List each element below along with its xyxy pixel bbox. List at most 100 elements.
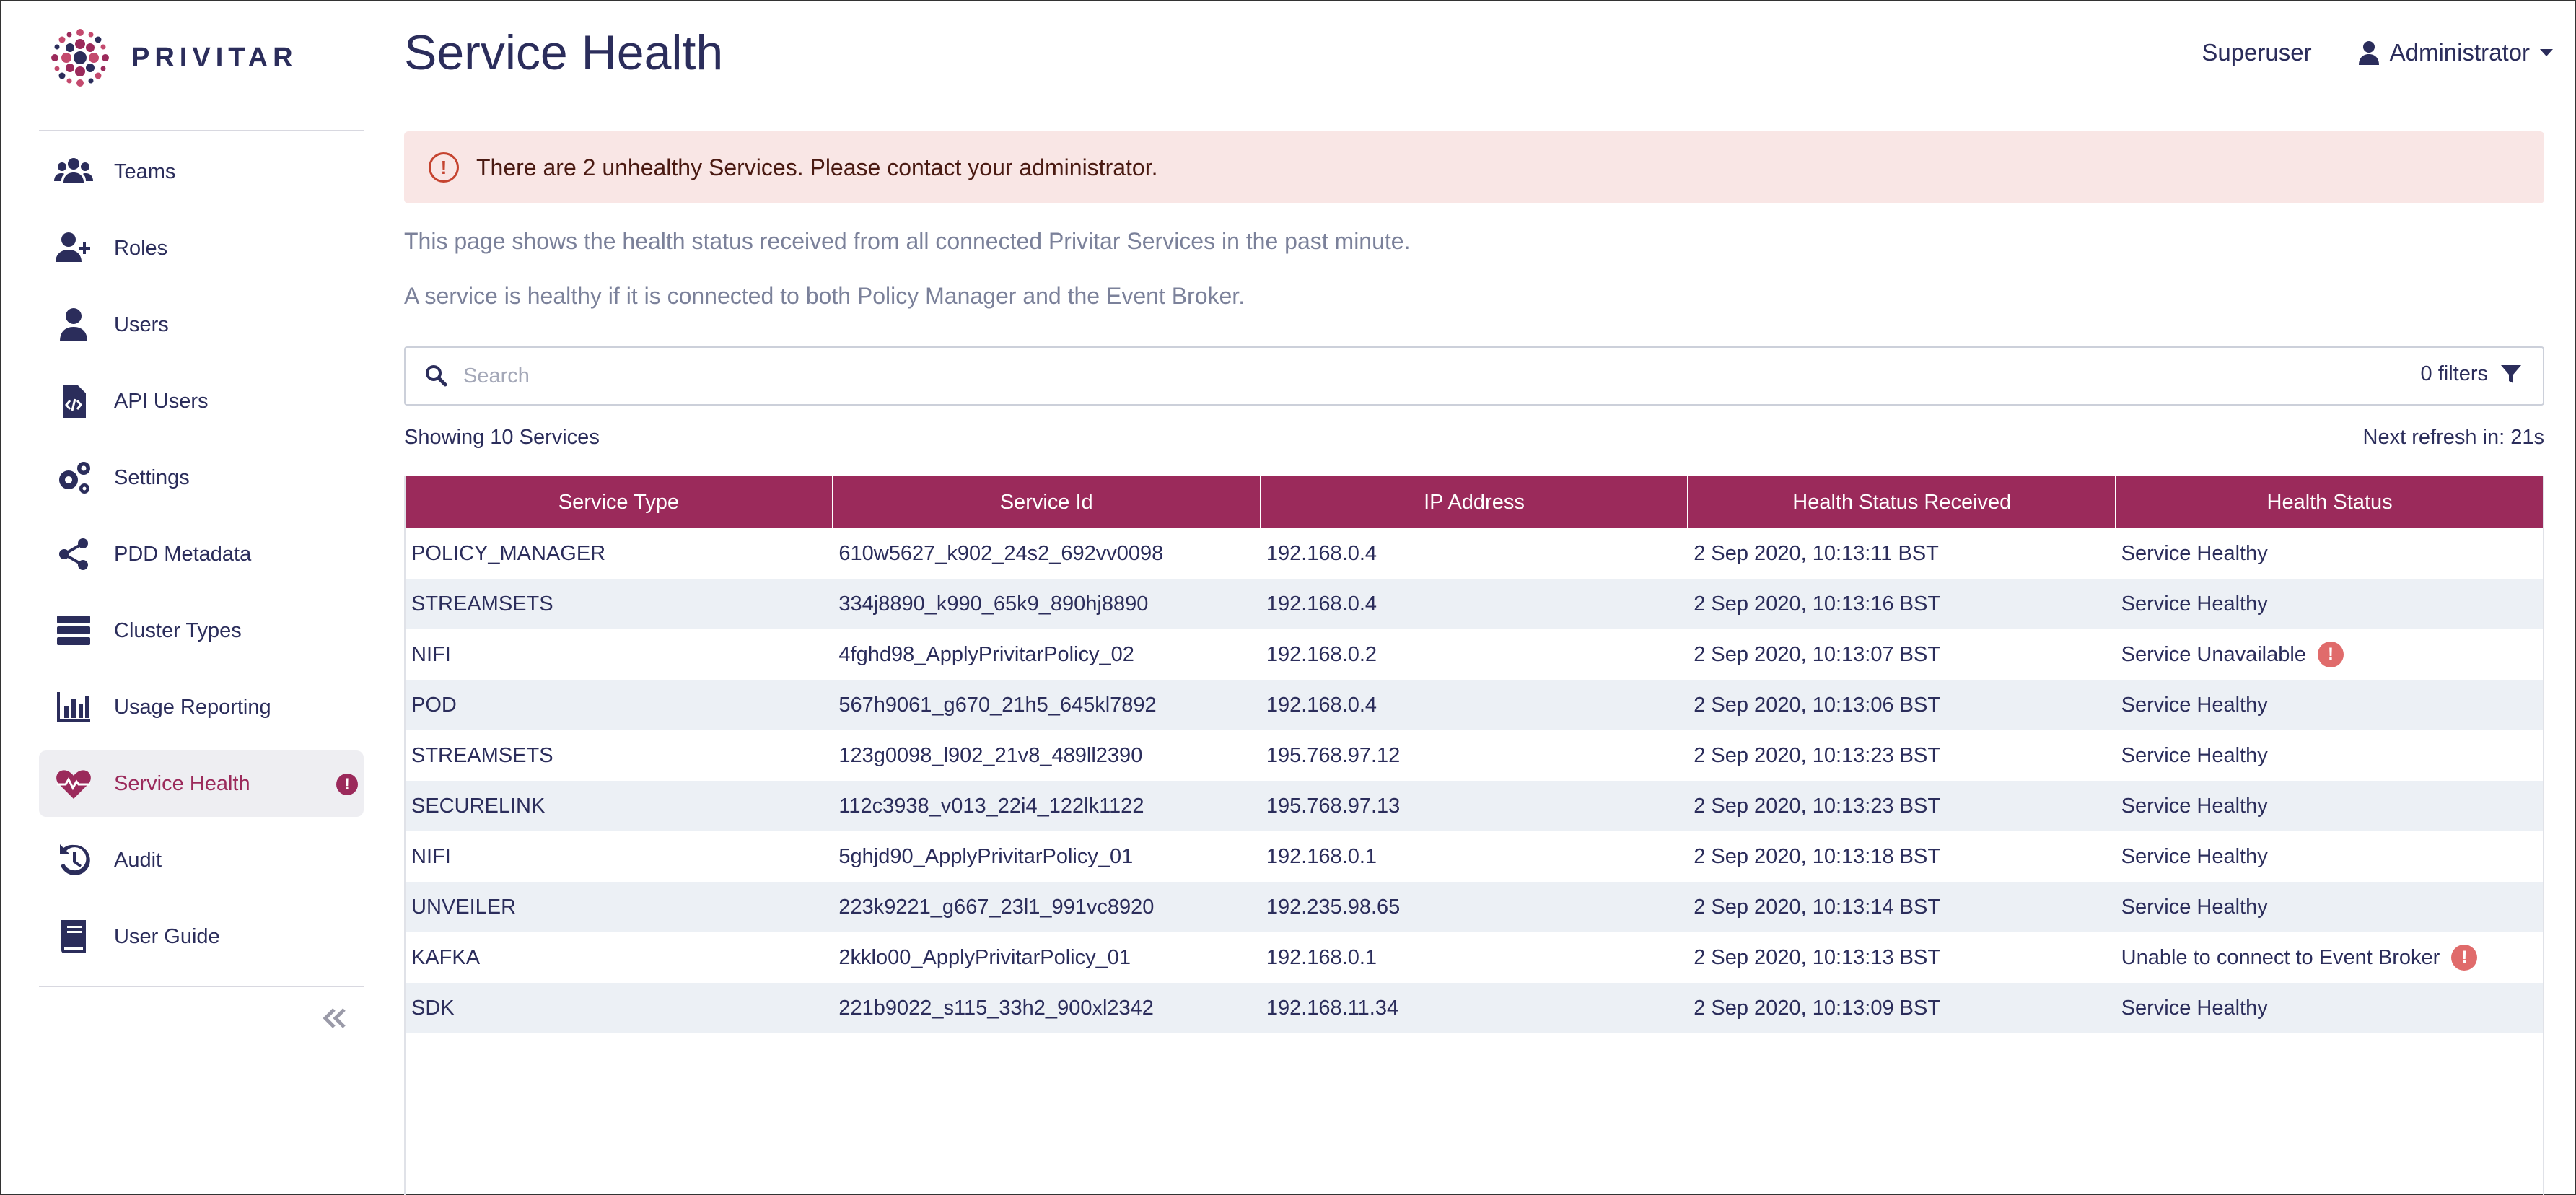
sidebar-item-label: API Users: [114, 389, 209, 413]
health-status-received-cell: 2 Sep 2020, 10:13:23 BST: [1688, 730, 2115, 781]
page-title: Service Health: [404, 25, 724, 80]
filters-label: 0 filters: [2420, 362, 2488, 385]
privitar-logo-icon: [51, 29, 109, 87]
alert-message: There are 2 unhealthy Services. Please c…: [476, 154, 1158, 180]
warning-icon[interactable]: !: [2317, 642, 2344, 667]
user-menu-label: Administrator: [2389, 39, 2530, 66]
sidebar: PRIVITAR Teams Roles Users API Users Set…: [0, 0, 382, 1195]
service-type-cell: SECURELINK: [406, 781, 833, 831]
ip-address-cell: 192.235.98.65: [1261, 882, 1688, 932]
health-status-received-cell: 2 Sep 2020, 10:13:09 BST: [1688, 983, 2115, 1033]
table-row[interactable]: KAFKA 2kklo00_ApplyPrivitarPolicy_01 192.1…: [406, 932, 2543, 983]
column-header-ip-address[interactable]: IP Address: [1261, 476, 1689, 528]
cell-text: POLICY_MANAGER: [411, 541, 606, 565]
service-id-cell: 610w5627_k902_24s2_692vv0098: [833, 528, 1260, 579]
ip-address-cell: 192.168.0.4: [1261, 680, 1688, 730]
sidebar-item-usage-reporting[interactable]: Usage Reporting: [39, 674, 364, 740]
sidebar-item-label: Settings: [114, 465, 190, 489]
cell-text: NIFI: [411, 642, 451, 666]
table-row[interactable]: SDK 221b9022_s115_33h2_900xl2342 192.168.1…: [406, 983, 2543, 1033]
table-row[interactable]: SECURELINK 112c3938_v013_22i4_122lk1122 19…: [406, 781, 2543, 831]
sidebar-item-pdd-metadata[interactable]: PDD Metadata: [39, 521, 364, 587]
cell-text: 192.235.98.65: [1266, 895, 1401, 919]
column-header-service-id[interactable]: Service Id: [833, 476, 1261, 528]
search-input[interactable]: [463, 364, 2339, 388]
collapse-sidebar-button[interactable]: [316, 1000, 352, 1036]
privitar-logo[interactable]: PRIVITAR: [48, 25, 298, 91]
health-status-received-cell: 2 Sep 2020, 10:13:13 BST: [1688, 932, 2115, 983]
sidebar-item-cluster-types[interactable]: Cluster Types: [39, 598, 364, 664]
health-status-cell: Service Healthy: [2116, 882, 2543, 932]
service-id-cell: 5ghjd90_ApplyPrivitarPolicy_01: [833, 831, 1260, 882]
cell-text: 2 Sep 2020, 10:13:23 BST: [1694, 743, 1941, 767]
cell-text: Unable to connect to Event Broker: [2121, 945, 2440, 969]
cell-text: 2 Sep 2020, 10:13:13 BST: [1694, 945, 1941, 969]
sidebar-item-label: Teams: [114, 159, 176, 183]
sidebar-item-user-guide[interactable]: User Guide: [39, 903, 364, 970]
brand-name: PRIVITAR: [131, 42, 298, 73]
service-id-cell: 123g0098_l902_21v8_489ll2390: [833, 730, 1260, 781]
alert-icon: !: [336, 774, 358, 795]
cell-text: 2 Sep 2020, 10:13:16 BST: [1694, 592, 1941, 616]
cell-text: 2 Sep 2020, 10:13:06 BST: [1694, 693, 1941, 717]
health-status-received-cell: 2 Sep 2020, 10:13:18 BST: [1688, 831, 2115, 882]
double-chevron-left-icon: [323, 1008, 346, 1028]
cell-text: 192.168.11.34: [1266, 996, 1399, 1020]
cell-text: SECURELINK: [411, 794, 546, 818]
filters-button[interactable]: 0 filters: [2421, 362, 2523, 386]
table-row[interactable]: POD 567h9061_g670_21h5_645kl7892 192.168.0…: [406, 680, 2543, 730]
cell-text: 223k9221_g667_23l1_991vc8920: [838, 895, 1155, 919]
table-row[interactable]: STREAMSETS 334j8890_k990_65k9_890hj8890 19…: [406, 579, 2543, 629]
cell-text: 195.768.97.13: [1266, 794, 1401, 818]
user-icon: [2358, 41, 2379, 65]
cell-text: SDK: [411, 996, 455, 1020]
column-header-health-status-received[interactable]: Health Status Received: [1688, 476, 2117, 528]
ip-address-cell: 192.168.0.1: [1261, 831, 1688, 882]
cell-text: 2kklo00_ApplyPrivitarPolicy_01: [838, 945, 1131, 969]
service-id-cell: 567h9061_g670_21h5_645kl7892: [833, 680, 1260, 730]
table-row[interactable]: STREAMSETS 123g0098_l902_21v8_489ll2390 19…: [406, 730, 2543, 781]
sidebar-item-audit[interactable]: Audit: [39, 827, 364, 893]
cell-text: UNVEILER: [411, 895, 517, 919]
table-row[interactable]: POLICY_MANAGER 610w5627_k902_24s2_692vv00…: [406, 528, 2543, 579]
sidebar-nav: Teams Roles Users API Users Settings PDD…: [39, 139, 364, 980]
health-status-cell: Service Healthy: [2116, 730, 2543, 781]
superuser-link[interactable]: Superuser: [2202, 39, 2311, 66]
cell-text: Service Healthy: [2121, 693, 2268, 717]
health-status-received-cell: 2 Sep 2020, 10:13:14 BST: [1688, 882, 2115, 932]
table-row[interactable]: NIFI 5ghjd90_ApplyPrivitarPolicy_01 192.16…: [406, 831, 2543, 882]
health-status-cell: Service Healthy: [2116, 528, 2543, 579]
search-icon: [424, 364, 449, 388]
health-status-received-cell: 2 Sep 2020, 10:13:11 BST: [1688, 528, 2115, 579]
server-icon: [53, 610, 94, 651]
cell-text: 192.168.0.1: [1266, 945, 1377, 969]
sidebar-item-api-users[interactable]: API Users: [39, 368, 364, 434]
cell-text: 610w5627_k902_24s2_692vv0098: [838, 541, 1164, 565]
cell-text: 5ghjd90_ApplyPrivitarPolicy_01: [838, 844, 1134, 868]
cell-text: 2 Sep 2020, 10:13:07 BST: [1694, 642, 1941, 666]
health-status-cell: Service Healthy: [2116, 680, 2543, 730]
sidebar-item-service-health[interactable]: Service Health !: [39, 750, 364, 817]
heartbeat-icon: [53, 763, 94, 804]
service-id-cell: 112c3938_v013_22i4_122lk1122: [833, 781, 1260, 831]
sidebar-item-settings[interactable]: Settings: [39, 445, 364, 511]
service-id-cell: 334j8890_k990_65k9_890hj8890: [833, 579, 1260, 629]
sidebar-item-teams[interactable]: Teams: [39, 139, 364, 205]
column-header-service-type[interactable]: Service Type: [406, 476, 833, 528]
cell-text: Service Healthy: [2121, 541, 2268, 565]
user-icon: [53, 305, 94, 345]
sidebar-item-users[interactable]: Users: [39, 292, 364, 358]
cell-text: 221b9022_s115_33h2_900xl2342: [838, 996, 1154, 1020]
user-menu-button[interactable]: Administrator: [2358, 39, 2553, 66]
table-header: Service Type Service Id IP Address Healt…: [406, 476, 2543, 528]
services-table: Service Type Service Id IP Address Healt…: [404, 476, 2544, 1195]
search-bar: 0 filters: [404, 346, 2544, 406]
table-row[interactable]: NIFI 4fghd98_ApplyPrivitarPolicy_02 192.16…: [406, 629, 2543, 680]
sidebar-item-roles[interactable]: Roles: [39, 215, 364, 281]
health-status-received-cell: 2 Sep 2020, 10:13:07 BST: [1688, 629, 2115, 680]
column-header-health-status[interactable]: Health Status: [2116, 476, 2543, 528]
warning-icon[interactable]: !: [2451, 945, 2478, 971]
alert-circle-icon: !: [429, 152, 459, 183]
cell-text: 2 Sep 2020, 10:13:18 BST: [1694, 844, 1941, 868]
table-row[interactable]: UNVEILER 223k9221_g667_23l1_991vc8920 192.…: [406, 882, 2543, 932]
